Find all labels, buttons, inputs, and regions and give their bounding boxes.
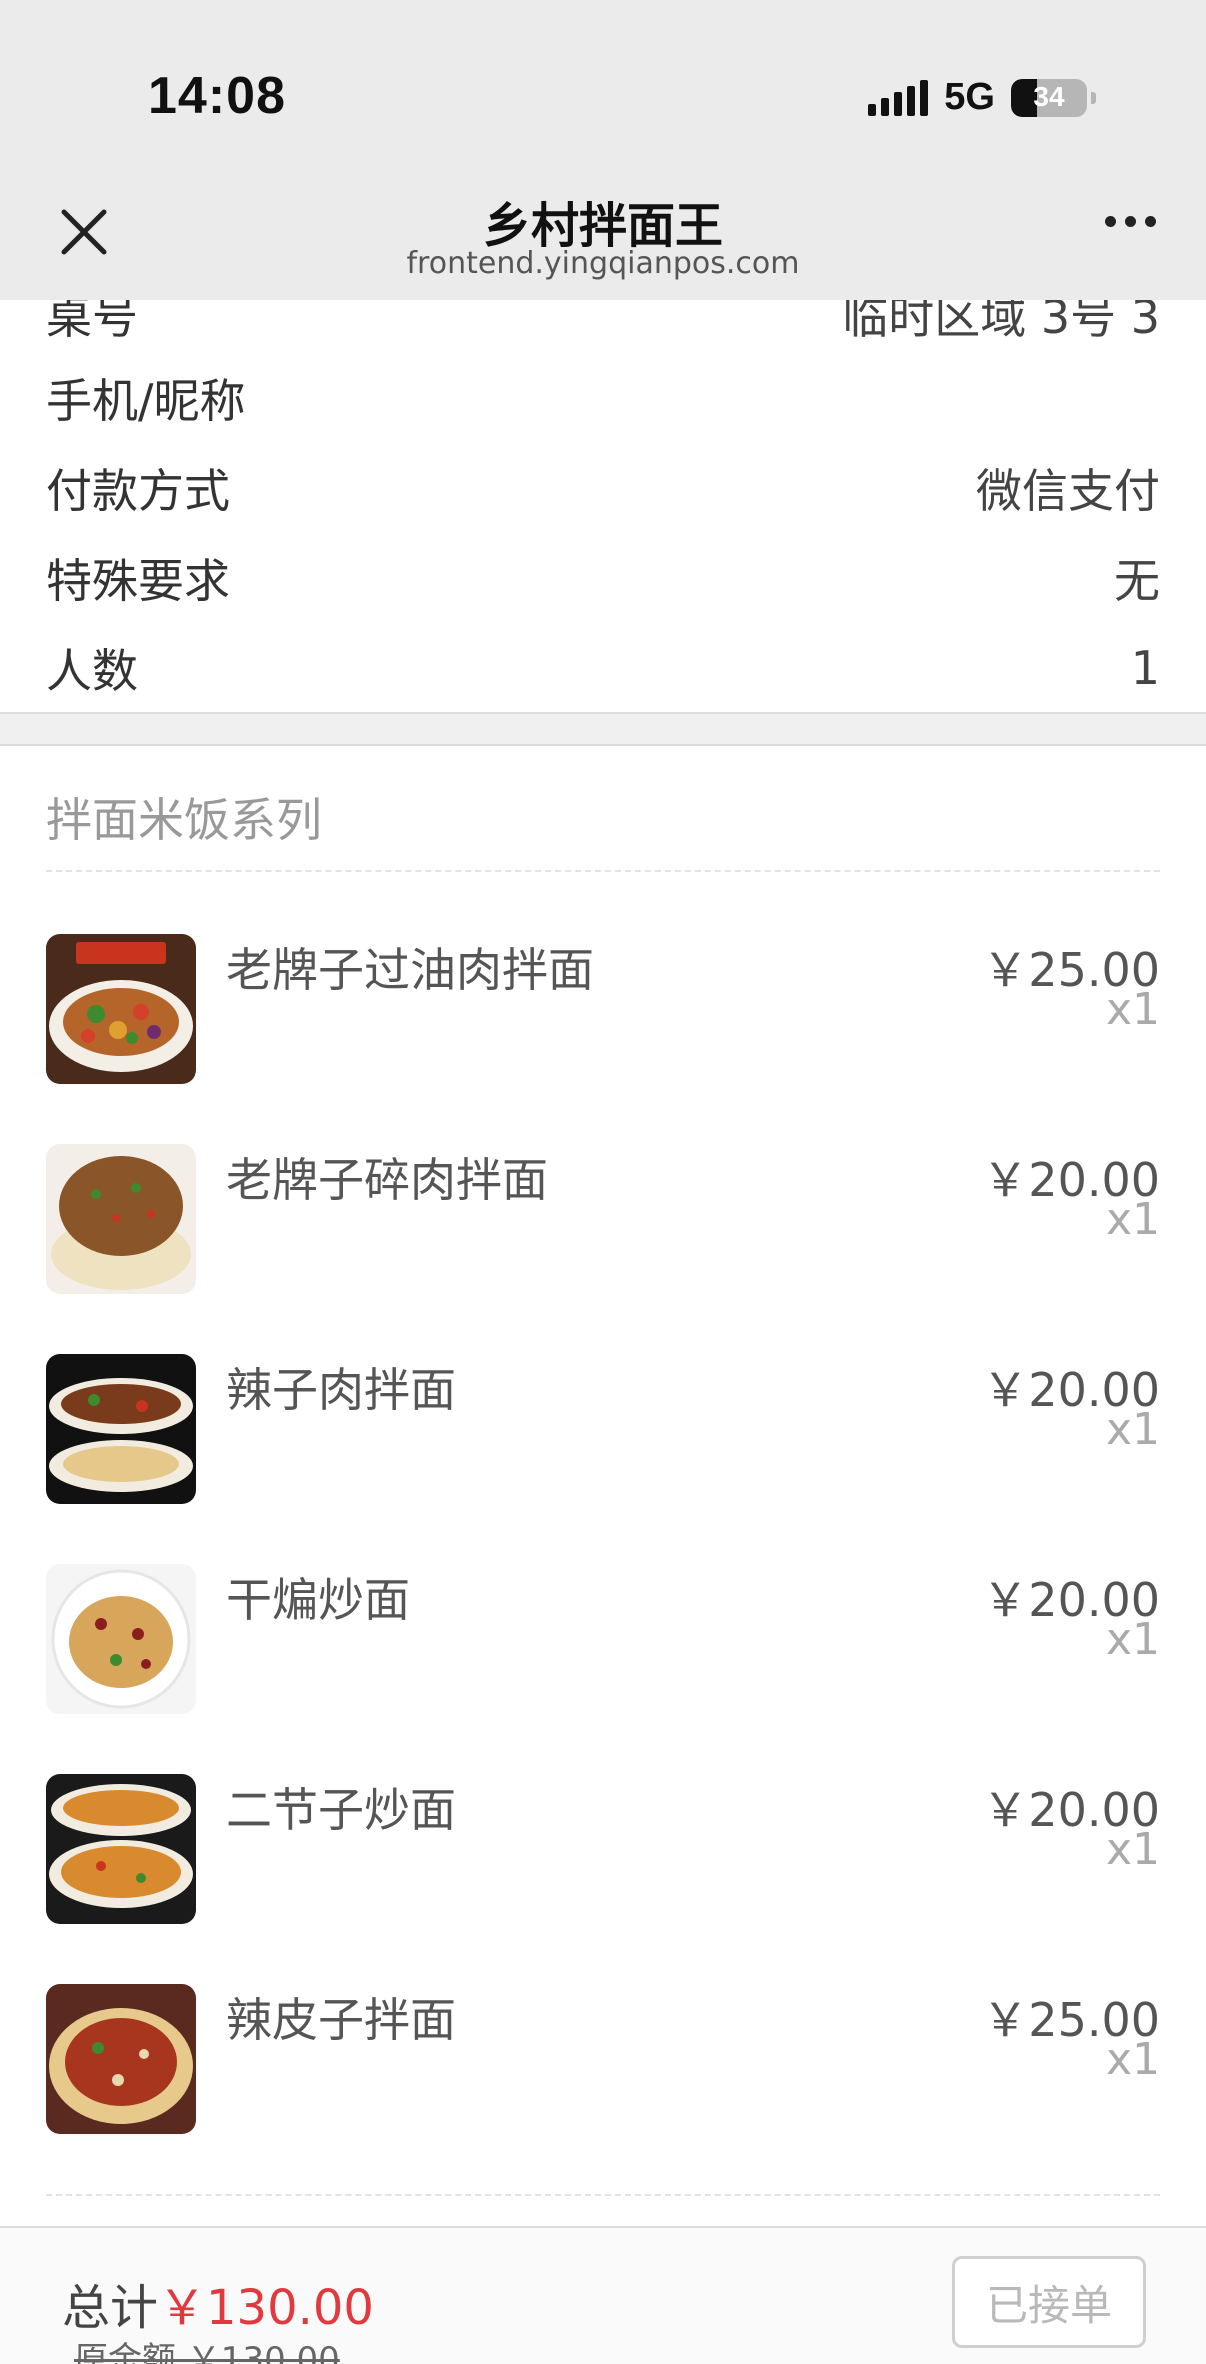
dish-qty: x1 <box>1105 984 1160 1035</box>
info-label: 手机/昵称 <box>46 374 246 428</box>
info-row-phone: 手机/昵称 <box>46 368 1160 428</box>
dish-image <box>46 1564 196 1714</box>
battery-icon: 34 <box>1011 78 1087 117</box>
dish-name: 辣皮子拌面 <box>226 1993 456 2047</box>
list-item[interactable]: 辣皮子拌面 ￥25.00 x1 <box>46 1984 1160 2134</box>
dish-qty: x1 <box>1105 1404 1160 1455</box>
dish-image <box>46 1984 196 2134</box>
list-item[interactable]: 老牌子碎肉拌面 ￥20.00 x1 <box>46 1144 1160 1294</box>
dish-name: 辣子肉拌面 <box>226 1363 456 1417</box>
dish-name: 干煸炒面 <box>226 1573 410 1627</box>
signal-icon <box>868 79 929 116</box>
order-total: 总计￥130.00 <box>62 2268 374 2338</box>
info-value: 微信支付 <box>976 464 1160 518</box>
total-label: 总计 <box>62 2280 159 2336</box>
category-title: 拌面米饭系列 <box>46 793 322 847</box>
divider <box>46 2194 1160 2196</box>
more-icon[interactable] <box>1105 216 1156 227</box>
order-footer: 总计￥130.00 原金额 ￥130.00 已接单 <box>0 2226 1206 2364</box>
dish-image <box>46 1354 196 1504</box>
dish-name: 二节子炒面 <box>226 1783 456 1837</box>
info-row-guests: 人数 1 <box>46 638 1160 698</box>
info-row-special: 特殊要求 无 <box>46 548 1160 608</box>
dish-qty: x1 <box>1105 1194 1160 1245</box>
original-amount: 原金额 ￥130.00 <box>74 2340 340 2364</box>
browser-header: 14:08 5G 34 乡村拌面王 frontend.yingqianpos.c… <box>0 0 1206 300</box>
total-amount: ￥130.00 <box>158 2280 374 2336</box>
dish-name: 老牌子碎肉拌面 <box>226 1153 548 1207</box>
dish-image <box>46 1774 196 1924</box>
status-time: 14:08 <box>148 67 286 125</box>
battery-level: 34 <box>1033 80 1065 112</box>
info-label: 付款方式 <box>46 464 230 518</box>
list-item[interactable]: 老牌子过油肉拌面 ￥25.00 x1 <box>46 934 1160 1084</box>
network-type: 5G <box>944 76 995 118</box>
info-value: 1 <box>1130 641 1160 695</box>
status-indicators: 5G 34 <box>868 76 1096 119</box>
dish-image <box>46 934 196 1084</box>
dish-qty: x1 <box>1105 1824 1160 1875</box>
dish-name: 老牌子过油肉拌面 <box>226 943 594 997</box>
page-domain: frontend.yingqianpos.com <box>406 246 800 281</box>
dish-image <box>46 1144 196 1294</box>
divider <box>46 870 1160 872</box>
accepted-button[interactable]: 已接单 <box>952 2256 1146 2348</box>
dish-qty: x1 <box>1105 1614 1160 1665</box>
info-label: 特殊要求 <box>46 554 230 608</box>
section-divider <box>0 712 1206 746</box>
list-item[interactable]: 辣子肉拌面 ￥20.00 x1 <box>46 1354 1160 1504</box>
list-item[interactable]: 干煸炒面 ￥20.00 x1 <box>46 1564 1160 1714</box>
info-row-payment: 付款方式 微信支付 <box>46 458 1160 518</box>
info-value: 无 <box>1114 554 1160 608</box>
battery-tip <box>1091 91 1096 104</box>
info-label: 人数 <box>46 644 138 698</box>
list-item[interactable]: 二节子炒面 ￥20.00 x1 <box>46 1774 1160 1924</box>
dish-qty: x1 <box>1105 2034 1160 2085</box>
